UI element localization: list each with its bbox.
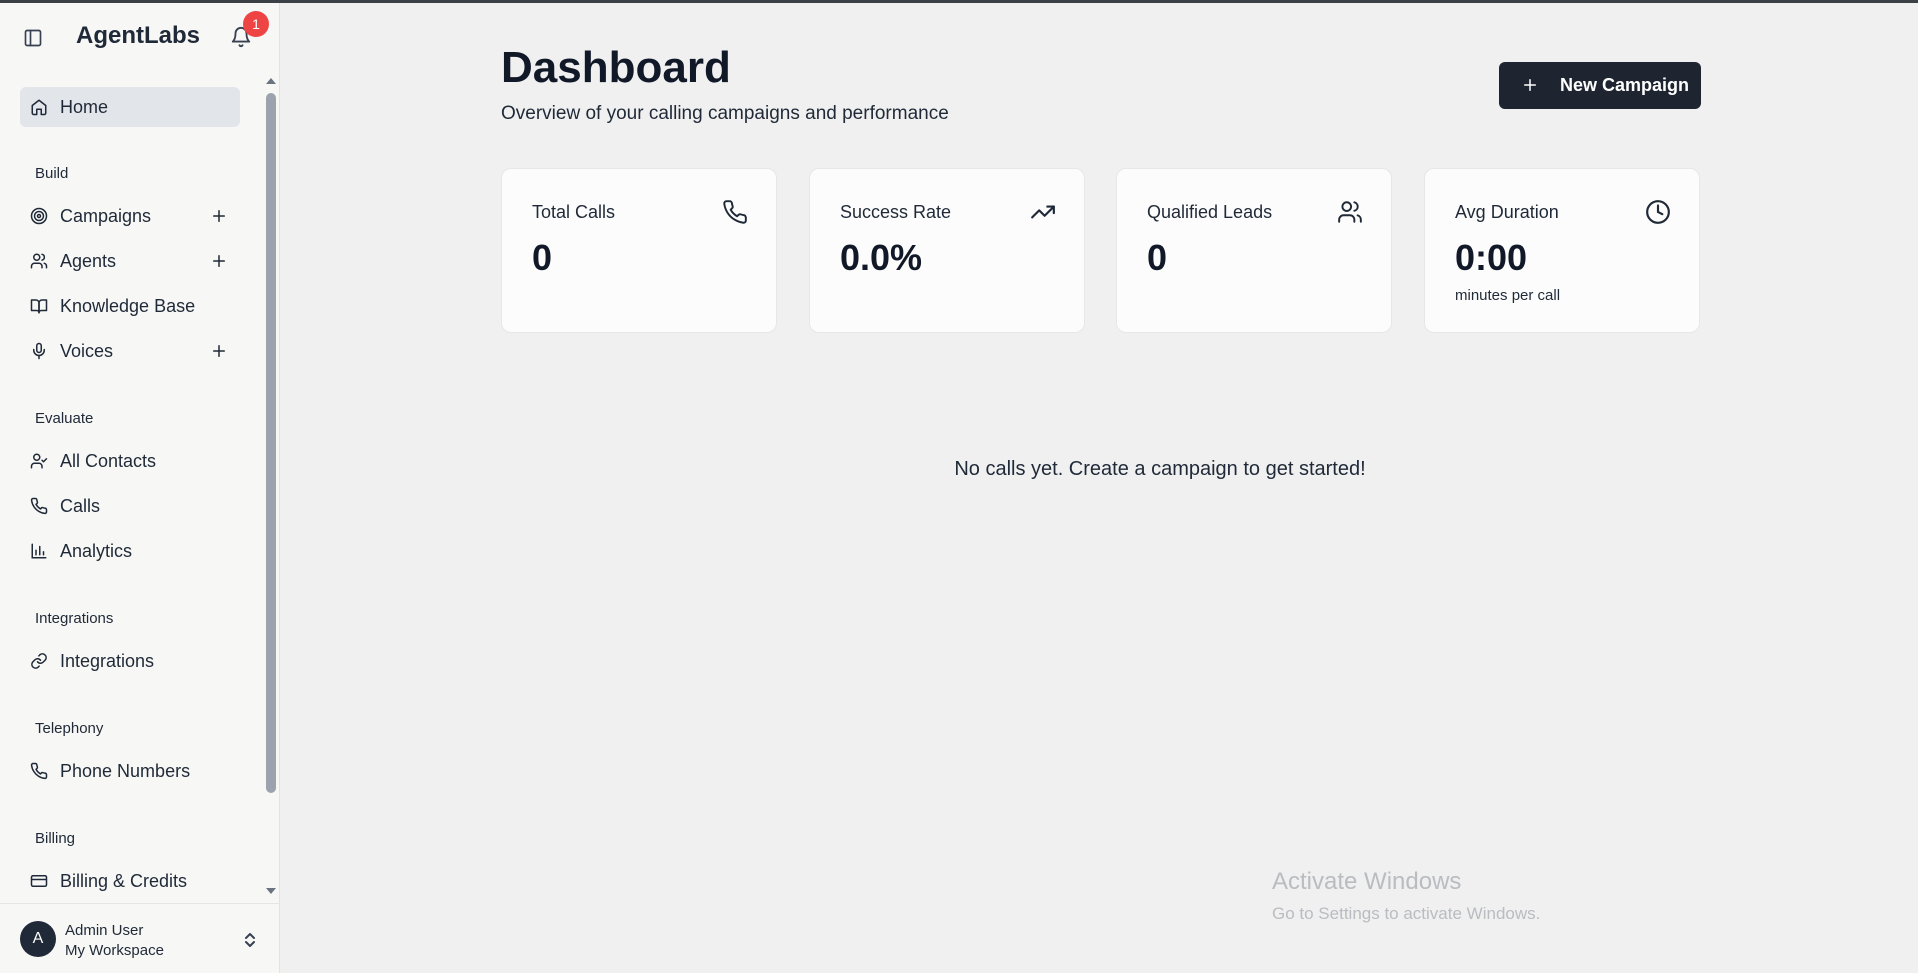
section-build: Build	[35, 165, 69, 182]
page-title: Dashboard	[501, 43, 731, 92]
section-integrations: Integrations	[35, 610, 114, 627]
sidebar-item-analytics[interactable]: Analytics	[20, 531, 240, 571]
sidebar-item-billing-credits[interactable]: Billing & Credits	[20, 861, 240, 897]
sidebar-item-label: Campaigns	[60, 206, 152, 226]
brand-logo-text: AgentLabs	[76, 22, 201, 49]
sidebar-item-home[interactable]: Home	[20, 87, 240, 127]
stat-card-success-rate: Success Rate 0.0%	[809, 168, 1085, 333]
add-agent-icon[interactable]	[210, 252, 228, 270]
credit-card-icon	[30, 872, 48, 890]
stat-value: 0	[1147, 237, 1168, 278]
users-icon	[30, 252, 48, 270]
notification-badge: 1	[243, 11, 269, 37]
sidebar-item-label: Integrations	[60, 651, 155, 671]
stat-label: Total Calls	[532, 202, 616, 222]
empty-state: No calls yet. Create a campaign to get s…	[281, 458, 1819, 481]
sidebar-item-label: Agents	[60, 251, 117, 271]
new-campaign-label: New Campaign	[1560, 75, 1690, 95]
phone-icon	[722, 199, 748, 225]
windows-activation-watermark: Activate Windows Go to Settings to activ…	[1272, 868, 1540, 924]
main-content: Dashboard Overview of your calling campa…	[281, 3, 1918, 973]
sidebar-item-campaigns[interactable]: Campaigns	[20, 196, 240, 236]
sidebar-item-knowledge-base[interactable]: Knowledge Base	[20, 286, 240, 326]
stat-note: minutes per call	[1455, 287, 1561, 304]
section-evaluate: Evaluate	[35, 410, 94, 427]
new-campaign-button[interactable]: New Campaign	[1499, 62, 1701, 109]
book-open-icon	[30, 297, 48, 315]
page-subtitle: Overview of your calling campaigns and p…	[501, 103, 949, 124]
stat-value: 0	[532, 237, 553, 278]
sidebar-item-calls[interactable]: Calls	[20, 486, 240, 526]
stat-label: Avg Duration	[1455, 202, 1559, 222]
sidebar-item-agents[interactable]: Agents	[20, 241, 240, 281]
link-icon	[30, 652, 48, 670]
sidebar: AgentLabs 1 Home Build Campaigns Agents …	[0, 3, 280, 973]
empty-state-message: No calls yet. Create a campaign to get s…	[954, 458, 1366, 480]
sidebar-item-label: Home	[60, 97, 109, 117]
sidebar-item-label: Phone Numbers	[60, 761, 191, 781]
stat-card-qualified-leads: Qualified Leads 0	[1116, 168, 1392, 333]
phone-icon	[30, 497, 48, 515]
sidebar-item-label: Knowledge Base	[60, 296, 196, 316]
stat-card-avg-duration: Avg Duration 0:00 minutes per call	[1424, 168, 1700, 333]
sidebar-nav: Home Build Campaigns Agents Knowledge Ba…	[0, 75, 262, 897]
sidebar-toggle-icon[interactable]	[23, 28, 43, 48]
sidebar-item-voices[interactable]: Voices	[20, 331, 240, 371]
stat-value: 0.0%	[840, 237, 923, 278]
user-menu[interactable]: A Admin User My Workspace	[0, 903, 280, 973]
add-voice-icon[interactable]	[210, 342, 228, 360]
clock-icon	[1645, 199, 1671, 225]
add-campaign-icon[interactable]	[210, 207, 228, 225]
users-icon	[1337, 199, 1363, 225]
scroll-down-arrow-icon[interactable]	[265, 885, 277, 897]
trending-up-icon	[1030, 199, 1056, 225]
user-check-icon	[30, 452, 48, 470]
sidebar-header: AgentLabs 1	[0, 3, 280, 69]
avatar: A	[20, 921, 56, 957]
sidebar-item-label: All Contacts	[60, 451, 157, 471]
section-telephony: Telephony	[35, 720, 104, 737]
target-icon	[30, 207, 48, 225]
sidebar-item-label: Analytics	[60, 541, 133, 561]
sidebar-item-label: Billing & Credits	[60, 871, 188, 891]
sidebar-item-label: Calls	[60, 496, 101, 516]
phone-icon	[30, 762, 48, 780]
chevrons-up-down-icon[interactable]	[242, 931, 258, 949]
watermark-title: Activate Windows	[1272, 868, 1462, 895]
sidebar-item-integrations[interactable]: Integrations	[20, 641, 240, 681]
section-billing: Billing	[35, 830, 76, 847]
stat-label: Qualified Leads	[1147, 202, 1273, 222]
workspace-name: My Workspace	[65, 942, 164, 959]
stat-card-total-calls: Total Calls 0	[501, 168, 777, 333]
sidebar-item-label: Voices	[60, 341, 114, 361]
watermark-subtitle: Go to Settings to activate Windows.	[1272, 904, 1541, 923]
stat-value: 0:00	[1455, 237, 1528, 278]
sidebar-item-phone-numbers[interactable]: Phone Numbers	[20, 751, 240, 791]
stat-label: Success Rate	[840, 202, 952, 222]
sidebar-scrollbar[interactable]	[263, 75, 279, 897]
plus-icon	[1521, 76, 1539, 94]
scrollbar-thumb[interactable]	[266, 93, 276, 793]
home-icon	[30, 98, 48, 116]
microphone-icon	[30, 342, 48, 360]
scroll-up-arrow-icon[interactable]	[265, 75, 277, 87]
sidebar-item-all-contacts[interactable]: All Contacts	[20, 441, 240, 481]
bar-chart-icon	[30, 542, 48, 560]
user-name: Admin User	[65, 922, 144, 939]
